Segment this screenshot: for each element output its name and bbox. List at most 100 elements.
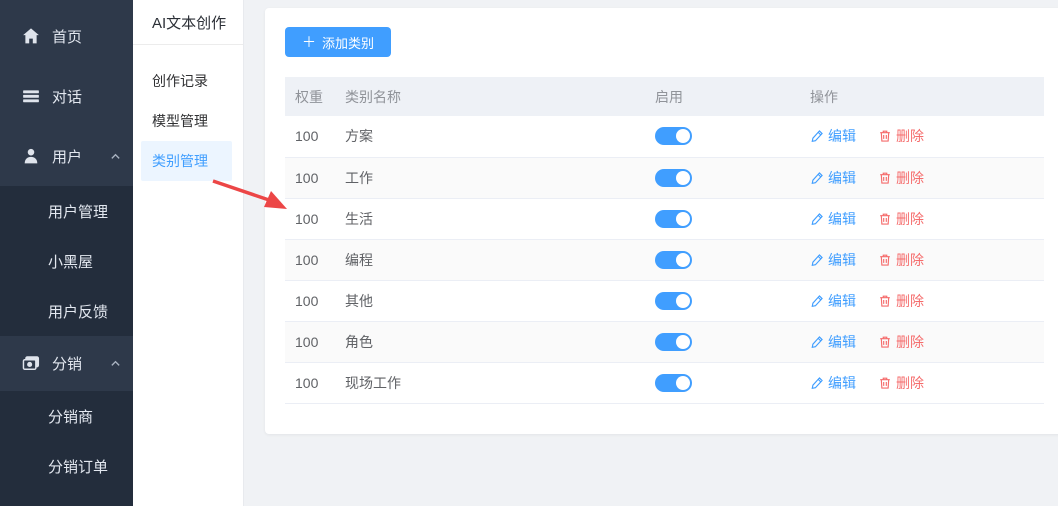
distribution-icon (22, 355, 40, 373)
edit-button[interactable]: 编辑 (810, 126, 856, 146)
delete-button[interactable]: 删除 (878, 126, 924, 146)
cell-actions: 编辑 删除 (800, 321, 1044, 362)
table-row: 100现场工作 编辑 删除 (285, 362, 1044, 403)
sidebar-item-blackhouse[interactable]: 小黑屋 (0, 236, 133, 286)
cell-category-name: 工作 (335, 157, 645, 198)
edit-label: 编辑 (828, 126, 856, 146)
sidebar-item-distribution-orders[interactable]: 分销订单 (0, 441, 133, 491)
trash-icon (878, 335, 892, 349)
sidebar-item-distributor[interactable]: 分销商 (0, 391, 133, 441)
cell-weight: 100 (285, 280, 335, 321)
delete-button[interactable]: 删除 (878, 373, 924, 393)
edit-label: 编辑 (828, 332, 856, 352)
enable-toggle[interactable] (655, 251, 692, 269)
submenu-item-label: 类别管理 (152, 151, 208, 171)
cell-category-name: 生活 (335, 198, 645, 239)
home-icon (22, 27, 40, 45)
toggle-knob (676, 376, 690, 390)
cell-actions: 编辑 删除 (800, 116, 1044, 157)
edit-button[interactable]: 编辑 (810, 168, 856, 188)
enable-toggle[interactable] (655, 169, 692, 187)
edit-label: 编辑 (828, 291, 856, 311)
sidebar-item-label: 分销商 (48, 406, 93, 427)
edit-label: 编辑 (828, 209, 856, 229)
pencil-icon (810, 376, 824, 390)
enable-toggle[interactable] (655, 210, 692, 228)
pencil-icon (810, 171, 824, 185)
add-category-button[interactable]: ＋ 添加类别 (285, 27, 391, 57)
enable-toggle[interactable] (655, 292, 692, 310)
secondary-sidebar: AI文本创作 创作记录 模型管理 类别管理 (133, 0, 244, 506)
edit-button[interactable]: 编辑 (810, 332, 856, 352)
sidebar-item-users[interactable]: 用户 (0, 126, 133, 186)
cell-weight: 100 (285, 321, 335, 362)
sidebar-item-chat[interactable]: 对话 (0, 66, 133, 126)
delete-button[interactable]: 删除 (878, 291, 924, 311)
column-header-actions: 操作 (800, 77, 1044, 116)
submenu-item-model-management[interactable]: 模型管理 (141, 101, 232, 141)
delete-label: 删除 (896, 250, 924, 270)
cell-weight: 100 (285, 157, 335, 198)
cell-enabled (645, 157, 800, 198)
toggle-knob (676, 171, 690, 185)
sidebar-item-label: 用户反馈 (48, 301, 108, 322)
cell-category-name: 现场工作 (335, 362, 645, 403)
cell-weight: 100 (285, 362, 335, 403)
trash-icon (878, 253, 892, 267)
cell-weight: 100 (285, 239, 335, 280)
table-header-row: 权重 类别名称 启用 操作 (285, 77, 1044, 116)
toggle-knob (676, 253, 690, 267)
column-header-name: 类别名称 (335, 77, 645, 116)
cell-actions: 编辑 删除 (800, 239, 1044, 280)
delete-button[interactable]: 删除 (878, 250, 924, 270)
add-category-button-label: 添加类别 (322, 33, 374, 52)
table-row: 100编程 编辑 删除 (285, 239, 1044, 280)
edit-button[interactable]: 编辑 (810, 250, 856, 270)
cell-enabled (645, 362, 800, 403)
delete-label: 删除 (896, 126, 924, 146)
sidebar-item-label: 对话 (52, 86, 82, 107)
delete-button[interactable]: 删除 (878, 209, 924, 229)
submenu-item-category-management[interactable]: 类别管理 (141, 141, 232, 181)
cell-weight: 100 (285, 198, 335, 239)
trash-icon (878, 212, 892, 226)
cell-enabled (645, 280, 800, 321)
cell-category-name: 角色 (335, 321, 645, 362)
cell-weight: 100 (285, 116, 335, 157)
trash-icon (878, 129, 892, 143)
pencil-icon (810, 212, 824, 226)
edit-button[interactable]: 编辑 (810, 209, 856, 229)
edit-label: 编辑 (828, 250, 856, 270)
edit-button[interactable]: 编辑 (810, 291, 856, 311)
enable-toggle[interactable] (655, 127, 692, 145)
delete-button[interactable]: 删除 (878, 332, 924, 352)
cell-actions: 编辑 删除 (800, 157, 1044, 198)
secondary-sidebar-title: AI文本创作 (133, 0, 243, 45)
delete-label: 删除 (896, 332, 924, 352)
cell-enabled (645, 198, 800, 239)
trash-icon (878, 376, 892, 390)
table-row: 100生活 编辑 删除 (285, 198, 1044, 239)
toggle-knob (676, 129, 690, 143)
chat-list-icon (22, 87, 40, 105)
table-row: 100方案编辑删除 (285, 116, 1044, 157)
edit-button[interactable]: 编辑 (810, 373, 856, 393)
cell-actions: 编辑 删除 (800, 198, 1044, 239)
cell-enabled (645, 239, 800, 280)
sidebar-item-user-management[interactable]: 用户管理 (0, 186, 133, 236)
sidebar-item-label: 用户管理 (48, 201, 108, 222)
table-row: 100其他编辑删除 (285, 280, 1044, 321)
delete-button[interactable]: 删除 (878, 168, 924, 188)
pencil-icon (810, 335, 824, 349)
enable-toggle[interactable] (655, 333, 692, 351)
distribution-submenu: 分销商 分销订单 (0, 391, 133, 506)
sidebar-item-distribution[interactable]: 分销 (0, 336, 133, 391)
pencil-icon (810, 294, 824, 308)
sidebar-item-user-feedback[interactable]: 用户反馈 (0, 286, 133, 336)
submenu-item-creation-records[interactable]: 创作记录 (141, 61, 232, 101)
cell-category-name: 编程 (335, 239, 645, 280)
sidebar-item-home[interactable]: 首页 (0, 6, 133, 66)
enable-toggle[interactable] (655, 374, 692, 392)
sidebar-item-label: 用户 (52, 146, 82, 167)
delete-label: 删除 (896, 209, 924, 229)
